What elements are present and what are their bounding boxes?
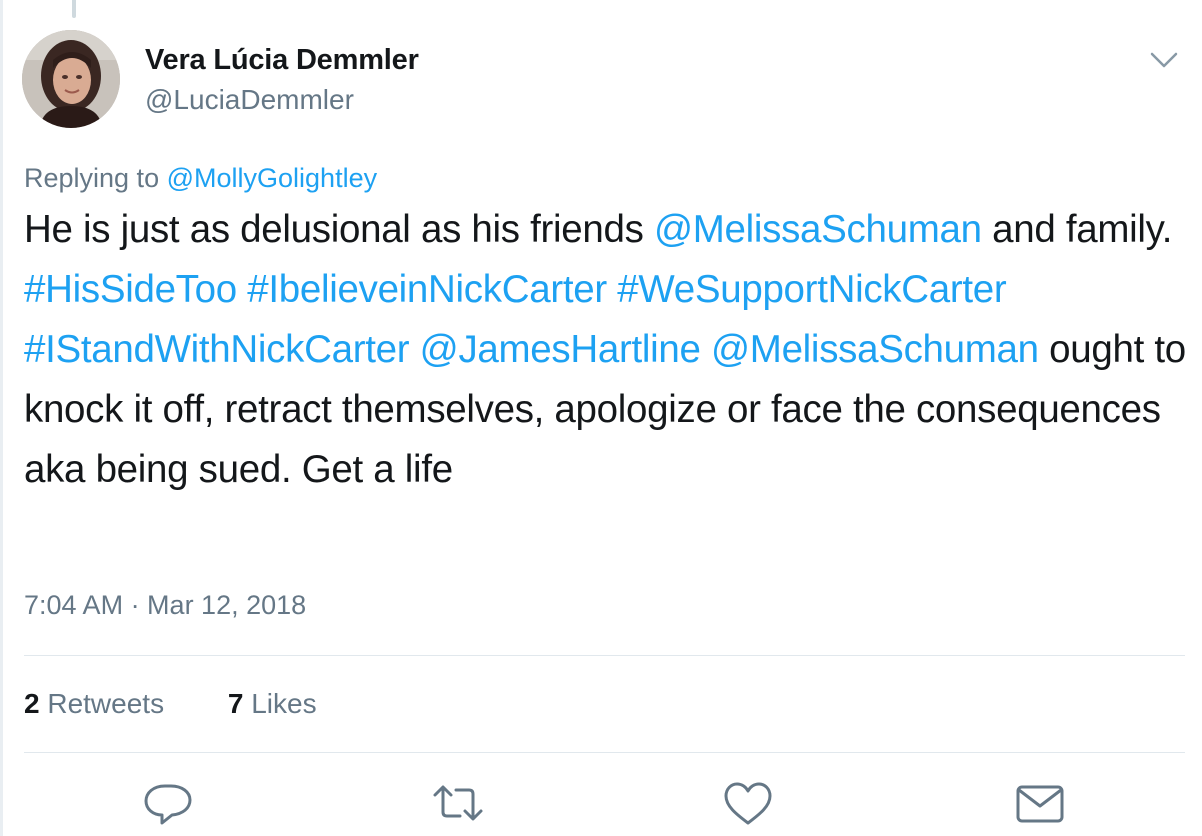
chevron-down-icon[interactable] <box>1148 46 1180 74</box>
avatar-photo <box>22 30 120 128</box>
retweets-label: Retweets <box>47 688 165 719</box>
replying-to: Replying to @MollyGolightley <box>24 163 377 194</box>
direct-message-button[interactable] <box>1012 778 1068 830</box>
timeline-border <box>0 0 3 836</box>
mention-link[interactable]: @MelissaSchuman <box>654 208 982 251</box>
tweet-timestamp[interactable]: 7:04 AM · Mar 12, 2018 <box>24 590 306 621</box>
likes-count: 7 <box>227 688 244 719</box>
reply-button[interactable] <box>140 778 196 830</box>
tweet-text-segment: and family. <box>981 208 1173 251</box>
retweet-icon <box>433 785 483 821</box>
mention-link[interactable]: @MelissaSchuman <box>711 328 1039 371</box>
tweet-stats: 2 Retweets 7 Likes <box>24 688 373 720</box>
tweet-detail: Vera Lúcia Demmler @LuciaDemmler Replyin… <box>0 0 1202 836</box>
likes-stat[interactable]: 7 Likes <box>228 688 317 720</box>
mention-link[interactable]: @JamesHartline <box>420 328 701 371</box>
hashtag-link[interactable]: #HisSideToo <box>24 268 237 311</box>
retweets-count: 2 <box>24 688 40 719</box>
like-button[interactable] <box>720 778 776 830</box>
replying-to-user-link[interactable]: @MollyGolightley <box>167 163 377 193</box>
display-name[interactable]: Vera Lúcia Demmler <box>145 44 419 77</box>
envelope-icon <box>1016 785 1064 823</box>
avatar[interactable] <box>22 30 120 128</box>
heart-icon <box>724 782 772 825</box>
tweet-text-segment <box>237 268 247 311</box>
tweet-text-segment <box>607 268 617 311</box>
likes-label: Likes <box>251 688 317 719</box>
divider <box>24 655 1185 656</box>
tweet-text: He is just as delusional as his friends … <box>24 200 1189 500</box>
user-handle[interactable]: @LuciaDemmler <box>145 84 354 116</box>
thread-connector-line <box>72 0 76 18</box>
retweets-stat[interactable]: 2 Retweets <box>24 688 164 720</box>
hashtag-link[interactable]: #WeSupportNickCarter <box>617 268 1006 311</box>
retweet-button[interactable] <box>430 778 486 830</box>
replying-to-label: Replying to <box>24 163 160 193</box>
reply-icon <box>144 784 192 825</box>
tweet-text-segment <box>701 328 711 371</box>
divider <box>24 752 1185 753</box>
hashtag-link[interactable]: #IStandWithNickCarter <box>24 328 410 371</box>
hashtag-link[interactable]: #IbelieveinNickCarter <box>247 268 607 311</box>
tweet-text-segment <box>409 328 419 371</box>
tweet-text-segment: He is just as delusional as his friends <box>24 208 654 251</box>
